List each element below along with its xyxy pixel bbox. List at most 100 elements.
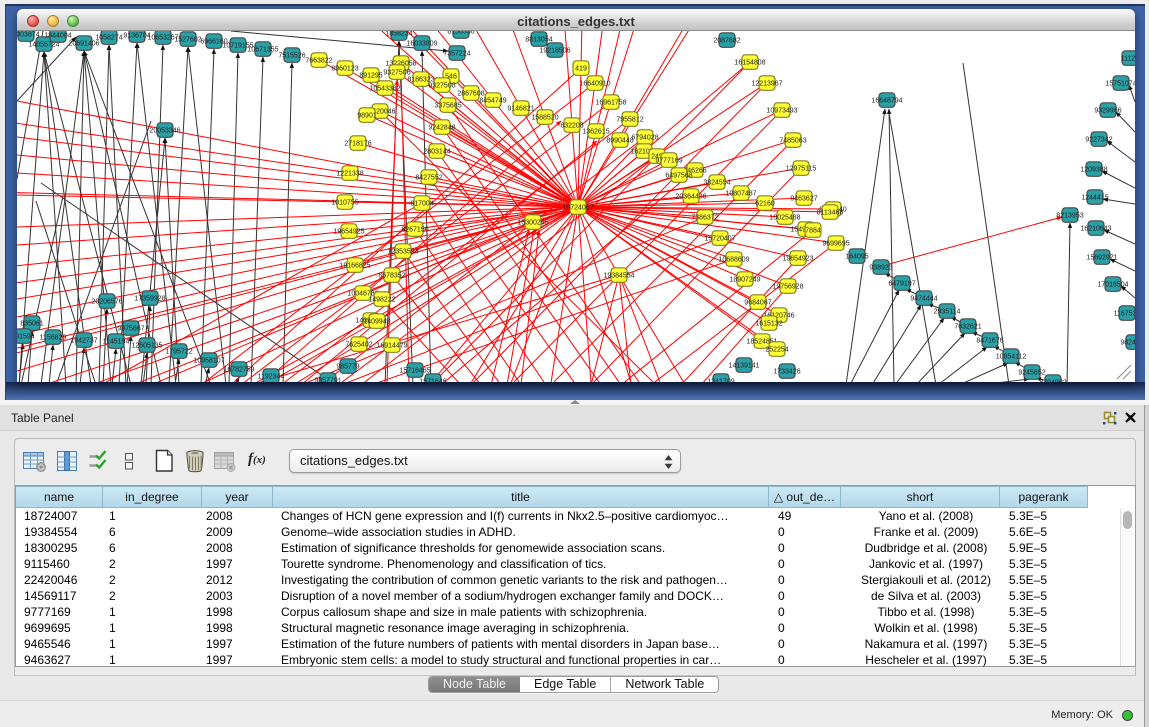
svg-text:14139141: 14139141 (728, 363, 759, 370)
svg-text:1733426: 1733426 (773, 369, 800, 376)
svg-text:8113468: 8113468 (817, 210, 844, 217)
svg-text:8156550: 8156550 (447, 31, 474, 36)
svg-text:9975867: 9975867 (117, 326, 144, 333)
svg-text:1858234: 1858234 (385, 31, 412, 38)
svg-text:15300295: 15300295 (517, 220, 548, 227)
svg-text:1167533: 1167533 (1114, 311, 1135, 318)
svg-text:19756928: 19756928 (772, 284, 803, 291)
svg-text:2087682: 2087682 (713, 38, 740, 45)
svg-text:2718176: 2718176 (344, 141, 371, 148)
svg-text:10543382: 10543382 (369, 86, 400, 93)
svg-text:1010755: 1010755 (331, 200, 358, 207)
svg-text:10807487: 10807487 (725, 191, 756, 198)
svg-text:1145194: 1145194 (103, 339, 130, 346)
svg-text:20053346: 20053346 (149, 128, 180, 135)
svg-text:2867608: 2867608 (457, 91, 484, 98)
svg-text:891295: 891295 (359, 73, 382, 80)
svg-text:9146821: 9146821 (507, 106, 534, 113)
svg-text:10688609: 10688609 (718, 257, 749, 264)
svg-text:20364436: 20364436 (675, 194, 706, 201)
svg-text:7663822: 7663822 (305, 58, 332, 65)
svg-text:7884: 7884 (805, 228, 821, 235)
svg-text:419: 419 (575, 66, 587, 73)
svg-text:1942737: 1942737 (70, 338, 97, 345)
svg-text:9474444: 9474444 (910, 296, 937, 303)
svg-text:1498222: 1498222 (368, 297, 395, 304)
svg-text:7386372: 7386372 (691, 215, 718, 222)
svg-text:16640910: 16640910 (579, 81, 610, 88)
svg-text:8990448: 8990448 (606, 138, 633, 145)
svg-text:9327506: 9327506 (383, 70, 410, 77)
svg-text:2803144: 2803144 (423, 149, 450, 156)
svg-text:164095: 164095 (845, 254, 868, 261)
svg-text:7955812: 7955812 (616, 117, 643, 124)
svg-text:8213953: 8213953 (1056, 213, 1083, 220)
svg-text:1362615: 1362615 (582, 129, 609, 136)
svg-text:9242848: 9242848 (428, 125, 455, 132)
svg-text:391594: 391594 (17, 334, 35, 341)
svg-text:17359928: 17359928 (134, 296, 165, 303)
svg-text:10958107: 10958107 (193, 358, 224, 365)
svg-text:16782759: 16782759 (223, 367, 254, 374)
svg-text:6479197: 6479197 (888, 281, 915, 288)
svg-text:1221338: 1221338 (336, 171, 363, 178)
svg-text:10654112: 10654112 (996, 354, 1027, 361)
svg-text:16210643: 16210643 (1080, 226, 1111, 233)
svg-text:7625402: 7625402 (345, 342, 372, 349)
svg-text:18907249: 18907249 (729, 277, 760, 284)
svg-text:16033809: 16033809 (406, 41, 437, 48)
svg-text:9857791: 9857791 (314, 378, 341, 383)
svg-text:1209388: 1209388 (1080, 167, 1107, 174)
svg-text:98901: 98901 (357, 113, 377, 120)
svg-text:9327508: 9327508 (428, 83, 455, 90)
svg-text:7357224: 7357224 (443, 51, 470, 58)
svg-text:8678352: 8678352 (378, 273, 405, 280)
svg-text:1795722: 1795722 (165, 349, 192, 356)
svg-text:9699695: 9699695 (822, 241, 849, 248)
svg-text:15751074: 15751074 (1105, 81, 1135, 88)
svg-text:1341709: 1341709 (707, 379, 734, 383)
svg-text:16154808: 16154808 (734, 60, 765, 67)
svg-text:1058274: 1058274 (95, 35, 122, 42)
svg-text:1192344: 1192344 (258, 374, 285, 381)
svg-text:16961758: 16961758 (595, 100, 626, 107)
svg-text:19654923: 19654923 (782, 256, 813, 263)
svg-text:15716465: 15716465 (399, 368, 430, 375)
svg-text:62160: 62160 (755, 201, 775, 208)
svg-text:12505135: 12505135 (131, 343, 162, 350)
svg-text:7485063: 7485063 (779, 138, 806, 145)
svg-text:1527602: 1527602 (174, 37, 201, 44)
svg-text:1588520: 1588520 (531, 115, 558, 122)
svg-text:8454749: 8454749 (479, 98, 506, 105)
svg-text:3824554: 3824554 (703, 180, 730, 187)
svg-text:15692971: 15692971 (1086, 255, 1117, 262)
svg-text:11124: 11124 (1121, 56, 1135, 63)
svg-text:19166825: 19166825 (339, 263, 370, 270)
svg-text:9824502: 9824502 (1120, 340, 1135, 347)
svg-text:8427552: 8427552 (415, 175, 442, 182)
svg-text:8960123: 8960123 (331, 66, 358, 73)
svg-text:832203: 832203 (560, 123, 583, 130)
svg-text:6497568: 6497568 (665, 173, 692, 180)
svg-text:1615132: 1615132 (755, 321, 782, 328)
svg-text:9245652: 9245652 (1018, 370, 1045, 377)
svg-text:8794902: 8794902 (1039, 380, 1066, 383)
svg-text:20691406: 20691406 (68, 41, 99, 48)
svg-text:9329966: 9329966 (1094, 108, 1121, 115)
svg-text:6794028: 6794028 (631, 135, 658, 142)
svg-text:19654925: 19654925 (333, 229, 364, 236)
svg-text:17016504: 17016504 (1097, 282, 1128, 289)
svg-text:16648794: 16648794 (871, 98, 902, 105)
svg-text:15720407: 15720407 (704, 236, 735, 243)
svg-text:252254: 252254 (765, 347, 788, 354)
svg-text:9227342: 9227342 (1085, 137, 1112, 144)
svg-text:1409948: 1409948 (363, 319, 390, 326)
svg-text:16914479: 16914479 (376, 343, 407, 350)
svg-text:7632621: 7632621 (954, 324, 981, 331)
svg-text:10025488: 10025488 (769, 215, 800, 222)
svg-text:10671355: 10671355 (247, 47, 278, 54)
svg-text:9777169: 9777169 (655, 158, 682, 165)
svg-text:8813054: 8813054 (525, 37, 552, 44)
svg-text:19384554: 19384554 (603, 273, 634, 280)
svg-text:817004: 817004 (410, 201, 433, 208)
